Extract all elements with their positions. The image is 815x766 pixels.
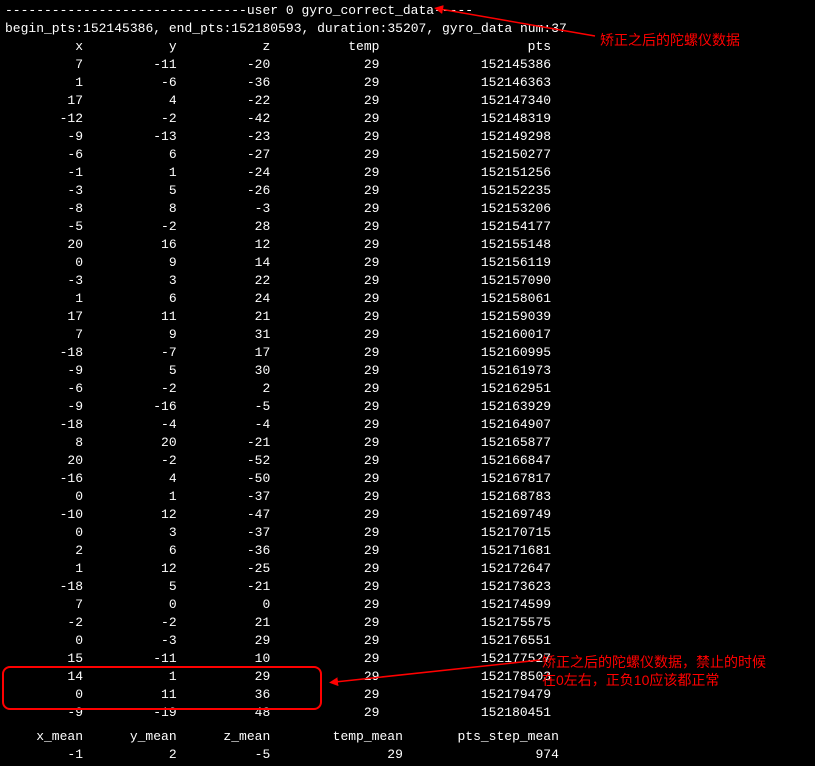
table-row: -8 8 -3 29 152153206	[5, 200, 810, 218]
table-row: -5 -2 28 29 152154177	[5, 218, 810, 236]
table-row: -9 5 30 29 152161973	[5, 362, 810, 380]
table-row: -12 -2 -42 29 152148319	[5, 110, 810, 128]
table-row: 20 16 12 29 152155148	[5, 236, 810, 254]
table-row: 0 1 -37 29 152168783	[5, 488, 810, 506]
end-pts-value: 152180593	[231, 21, 301, 36]
table-row: -18 -7 17 29 152160995	[5, 344, 810, 362]
table-row: 7 0 0 29 152174599	[5, 596, 810, 614]
table-row: 20 -2 -52 29 152166847	[5, 452, 810, 470]
section-header: -------------------------------user 0 gy…	[5, 2, 810, 20]
table-row: -18 -4 -4 29 152164907	[5, 416, 810, 434]
terminal-output: -------------------------------user 0 gy…	[0, 0, 815, 766]
mean-headers: x_mean y_mean z_mean temp_mean pts_step_…	[5, 728, 810, 746]
table-row: 7 9 31 29 152160017	[5, 326, 810, 344]
gyro-num-label: gyro_data num	[442, 21, 543, 36]
duration-value: 35207	[387, 21, 426, 36]
begin-pts-label: begin_pts	[5, 21, 75, 36]
gyro-num-value: 37	[551, 21, 567, 36]
table-row: -18 5 -21 29 152173623	[5, 578, 810, 596]
table-row: 0 -3 29 29 152176551	[5, 632, 810, 650]
table-row: -10 12 -47 29 152169749	[5, 506, 810, 524]
data-table: 7 -11 -20 29 152145386 1 -6 -36 29 15214…	[5, 56, 810, 722]
table-row: -3 5 -26 29 152152235	[5, 182, 810, 200]
table-row: -9 -19 48 29 152180451	[5, 704, 810, 722]
table-row: -9 -16 -5 29 152163929	[5, 398, 810, 416]
duration-label: duration	[317, 21, 379, 36]
table-row: 1 6 24 29 152158061	[5, 290, 810, 308]
annotation-bottom: 矫正之后的陀螺仪数据，禁止的时候 在0左右，正负10应该都正常	[542, 653, 766, 689]
table-row: -6 6 -27 29 152150277	[5, 146, 810, 164]
table-row: 17 11 21 29 152159039	[5, 308, 810, 326]
begin-pts-value: 152145386	[83, 21, 153, 36]
table-row: 2 6 -36 29 152171681	[5, 542, 810, 560]
table-row: -1 1 -24 29 152151256	[5, 164, 810, 182]
table-row: 1 12 -25 29 152172647	[5, 560, 810, 578]
table-row: -3 3 22 29 152157090	[5, 272, 810, 290]
table-row: -9 -13 -23 29 152149298	[5, 128, 810, 146]
table-row: -2 -2 21 29 152175575	[5, 614, 810, 632]
table-row: 1 -6 -36 29 152146363	[5, 74, 810, 92]
table-row: 0 3 -37 29 152170715	[5, 524, 810, 542]
table-row: -16 4 -50 29 152167817	[5, 470, 810, 488]
table-row: -6 -2 2 29 152162951	[5, 380, 810, 398]
end-pts-label: end_pts	[169, 21, 224, 36]
mean-values: -1 2 -5 29 974	[5, 746, 810, 764]
table-row: 7 -11 -20 29 152145386	[5, 56, 810, 74]
annotation-top: 矫正之后的陀螺仪数据	[600, 30, 740, 50]
table-row: 8 20 -21 29 152165877	[5, 434, 810, 452]
table-row: 0 9 14 29 152156119	[5, 254, 810, 272]
table-row: 17 4 -22 29 152147340	[5, 92, 810, 110]
